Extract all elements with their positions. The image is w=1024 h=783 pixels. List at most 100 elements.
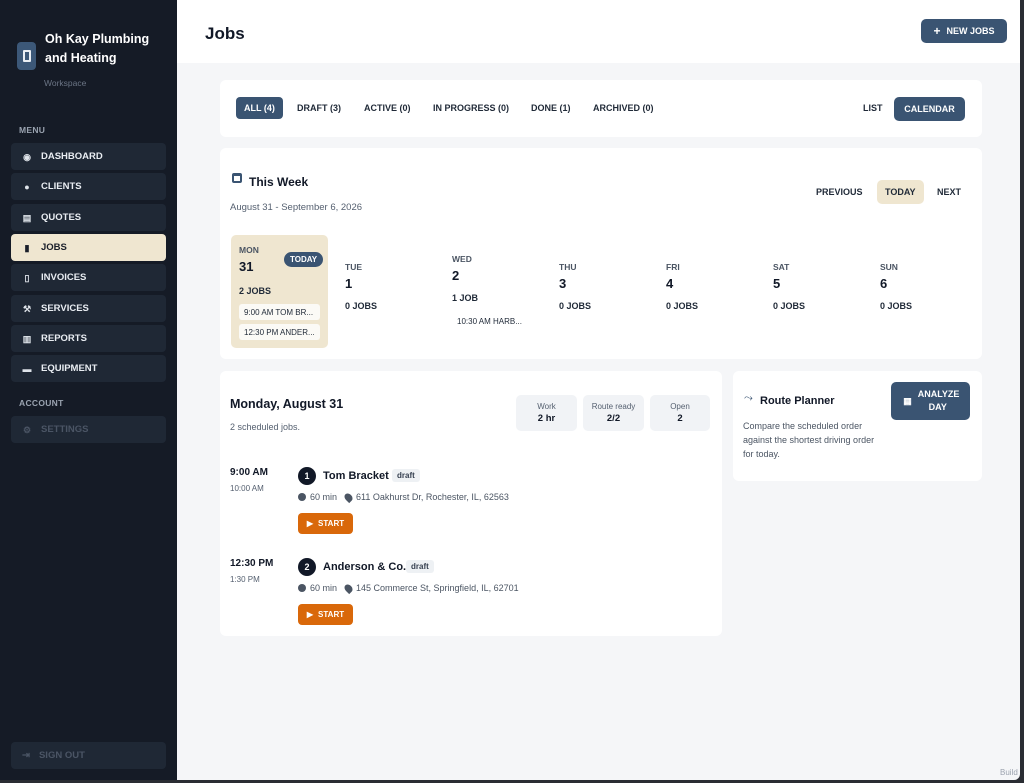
sidebar-item-dashboard[interactable]: ◉ DASHBOARD [11, 143, 166, 170]
menu-section-label: MENU [19, 125, 46, 135]
clock-icon [298, 493, 306, 501]
tab-done[interactable]: DONE (1) [523, 97, 579, 119]
day-job-count: 0 JOBS [773, 301, 806, 311]
start-job-button[interactable]: ▶ START [298, 604, 353, 625]
play-icon: ▶ [306, 519, 314, 528]
toolbox-icon: ▬ [22, 363, 32, 374]
plus-icon: + [933, 24, 941, 38]
sidebar-item-jobs[interactable]: ▮ JOBS [11, 234, 166, 261]
day-job-count: 0 JOBS [666, 301, 699, 311]
today-badge: TODAY [284, 252, 324, 267]
account-section-label: ACCOUNT [19, 398, 64, 408]
location-pin-icon [342, 491, 355, 503]
tab-draft[interactable]: DRAFT (3) [289, 97, 349, 119]
invoice-icon: ▯ [24, 272, 30, 283]
stat-label: Route ready [591, 402, 636, 411]
stat-label: Open [670, 402, 690, 411]
job-order-number: 1 [298, 467, 316, 485]
day-monday[interactable]: MON 31 TODAY 2 JOBS 9:00 AM TOM BR... 12… [231, 235, 328, 348]
start-label: START [318, 610, 345, 619]
day-name: THU [559, 262, 577, 272]
filter-bar: ALL (4) DRAFT (3) ACTIVE (0) IN PROGRESS… [220, 80, 982, 137]
day-number: 4 [666, 276, 674, 291]
calendar-view-label: CALENDAR [904, 104, 955, 114]
job-end-time: 1:30 PM [230, 575, 260, 584]
sidebar-item-settings[interactable]: ⚙ SETTINGS [11, 416, 166, 443]
day-name: TUE [345, 262, 362, 272]
previous-week-button[interactable]: PREVIOUS [808, 180, 871, 204]
sign-out-label: SIGN OUT [38, 750, 85, 761]
day-number: 1 [345, 276, 353, 291]
route-planner-title: Route Planner [760, 395, 835, 407]
tab-in-progress[interactable]: IN PROGRESS (0) [425, 97, 517, 119]
day-job-slot[interactable]: 12:30 PM ANDER... [239, 324, 320, 340]
workspace-label: Workspace [44, 78, 87, 88]
start-job-button[interactable]: ▶ START [298, 513, 353, 534]
day-job-slot[interactable]: 9:00 AM TOM BR... [239, 304, 320, 320]
brand: Oh Kay Plumbing and Heating [17, 30, 155, 70]
tab-active[interactable]: ACTIVE (0) [356, 97, 419, 119]
sidebar-item-invoices[interactable]: ▯ INVOICES [11, 264, 166, 291]
list-view-button[interactable]: LIST [855, 97, 891, 119]
day-detail-subtitle: 2 scheduled jobs. [230, 422, 301, 432]
page-header: Jobs + NEW JOBS [177, 0, 1020, 63]
user-icon: ● [24, 181, 30, 192]
day-name: MON [239, 245, 259, 255]
job-address: 611 Oakhurst Dr, Rochester, IL, 62563 [356, 492, 509, 502]
quote-icon: ▤ [22, 212, 32, 223]
day-tuesday[interactable]: TUE 1 0 JOBS [345, 262, 377, 311]
job-address: 145 Commerce St, Springfield, IL, 62701 [356, 583, 519, 593]
stat-value: 2 [677, 413, 683, 424]
new-jobs-button[interactable]: + NEW JOBS [921, 19, 1007, 43]
chart-icon: ▥ [22, 333, 32, 344]
next-week-button[interactable]: NEXT [929, 180, 969, 204]
day-name: SUN [880, 262, 898, 272]
today-button[interactable]: TODAY [877, 180, 924, 204]
day-detail: Monday, August 31 2 scheduled jobs. Work… [220, 371, 722, 636]
day-friday[interactable]: FRI 4 0 JOBS [666, 262, 698, 311]
hammer-icon: ⚒ [22, 303, 32, 314]
job-meta: 60 min 145 Commerce St, Springfield, IL,… [298, 582, 519, 594]
sidebar-item-clients[interactable]: ● CLIENTS [11, 173, 166, 200]
location-pin-icon [342, 582, 355, 594]
job-status-badge: draft [392, 469, 420, 482]
job-client-name[interactable]: Tom Bracket [323, 470, 389, 482]
stat-value: 2/2 [606, 413, 621, 424]
day-number: 6 [880, 276, 888, 291]
calendar-view-button[interactable]: CALENDAR [894, 97, 965, 121]
day-number: 2 [452, 268, 460, 283]
sign-out-button[interactable]: ⇥ SIGN OUT [11, 742, 166, 769]
sidebar-item-label: EQUIPMENT [41, 363, 98, 374]
dashboard-icon: ◉ [23, 151, 31, 162]
calendar-icon [232, 173, 242, 183]
day-job-slot[interactable]: 10:30 AM HARB... [457, 317, 522, 326]
route-planner: ⤳ Route Planner Compare the scheduled or… [733, 371, 982, 481]
day-name: WED [452, 254, 472, 264]
job-duration: 60 min [310, 583, 338, 593]
job-end-time: 10:00 AM [230, 484, 264, 493]
tab-archived[interactable]: ARCHIVED (0) [585, 97, 662, 119]
sidebar-item-equipment[interactable]: ▬ EQUIPMENT [11, 355, 166, 382]
brand-name: Oh Kay Plumbing and Heating [45, 32, 150, 65]
analyze-day-button[interactable]: ▦ ANALYZE DAY [891, 382, 970, 420]
sidebar-item-reports[interactable]: ▥ REPORTS [11, 325, 166, 352]
sidebar-item-services[interactable]: ⚒ SERVICES [11, 295, 166, 322]
clock-icon [298, 584, 306, 592]
sidebar-item-label: REPORTS [41, 333, 87, 344]
day-saturday[interactable]: SAT 5 0 JOBS [773, 262, 805, 311]
day-wednesday[interactable]: WED 2 1 JOB [452, 254, 478, 303]
day-sunday[interactable]: SUN 6 0 JOBS [880, 262, 912, 311]
sidebar-item-quotes[interactable]: ▤ QUOTES [11, 204, 166, 231]
week-title: This Week [249, 175, 309, 189]
job-start-time: 12:30 PM [230, 558, 274, 569]
day-name: SAT [773, 262, 790, 272]
day-thursday[interactable]: THU 3 0 JOBS [559, 262, 591, 311]
job-client-name[interactable]: Anderson & Co. [323, 561, 406, 573]
new-jobs-label: NEW JOBS [946, 26, 995, 36]
day-job-count: 1 JOB [452, 293, 479, 303]
day-job-count: 0 JOBS [559, 301, 592, 311]
stat-route-ready: Route ready 2/2 [583, 395, 644, 431]
tab-all[interactable]: ALL (4) [236, 97, 283, 119]
job-meta: 60 min 611 Oakhurst Dr, Rochester, IL, 6… [298, 491, 509, 503]
building-icon [17, 42, 36, 70]
